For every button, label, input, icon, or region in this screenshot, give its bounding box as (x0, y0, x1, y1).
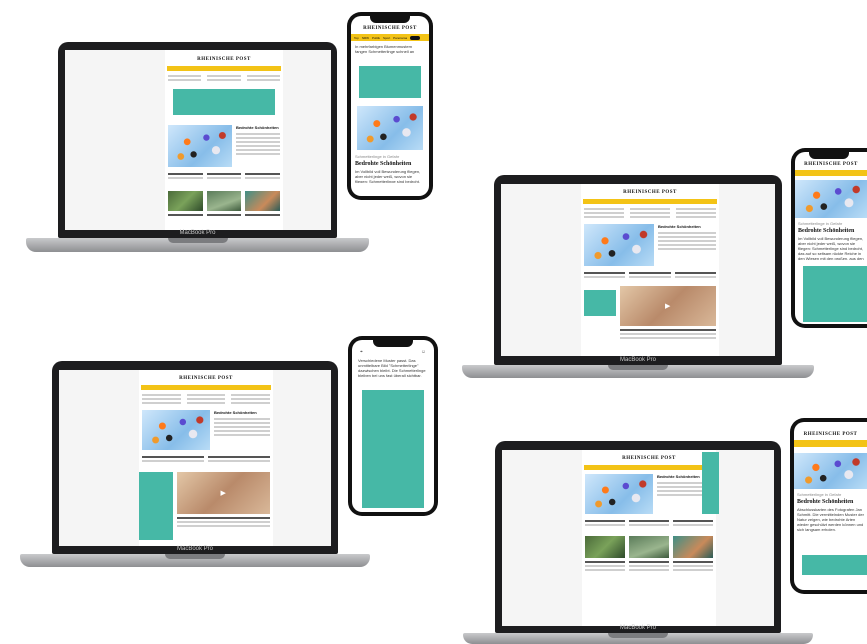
laptop-base: MacBook Pro (463, 625, 813, 644)
nav-item[interactable]: Politik (372, 36, 380, 40)
article-body: Abschlusskarten des Fotografen Jan Schmi… (797, 507, 864, 532)
website-page: RHEINISCHE POST Bedrohte Schönheiten (581, 184, 719, 356)
laptop-base: MacBook Pro (26, 230, 369, 252)
site-logo: RHEINISCHE POST (363, 26, 417, 31)
article-headline[interactable]: Bedrohte Schönheiten (236, 125, 280, 130)
website-page: RHEINISCHE POST Bedrohte Schönheiten (582, 450, 716, 626)
video-image[interactable]: ▶ (620, 286, 716, 326)
phone-screen: ⌖ ☺ Verschiedene Muster passt. Das unmit… (352, 340, 434, 512)
teaser-image[interactable] (245, 191, 281, 211)
ad-placeholder (139, 472, 173, 540)
teaser-image[interactable] (206, 191, 242, 211)
laptop-mockup-1: RHEINISCHE POST Bedrohte Schönheiten Mac… (26, 42, 369, 254)
website-page: RHEINISCHE POST Bedrohte Schönheiten (165, 50, 283, 230)
laptop-screen: RHEINISCHE POST Bedrohte Schönheiten (65, 50, 331, 230)
site-logo: RHEINISCHE POST (197, 57, 251, 62)
phone-mockup-2: RHEINISCHE POST Schmetterlinge in Gefahr… (791, 148, 867, 328)
teaser-text[interactable]: In mehrfarbigen Blumenmustern fangen Sch… (351, 41, 429, 56)
site-logo: RHEINISCHE POST (622, 456, 676, 461)
laptop-label: MacBook Pro (176, 546, 213, 552)
laptop-mockup-2: RHEINISCHE POST Bedrohte Schönheiten ▶ M… (462, 175, 814, 379)
phone-mockup-4: RHEINISCHE POST Schmetterlinge in Gefahr… (790, 418, 867, 594)
laptop-base: MacBook Pro (462, 357, 814, 378)
laptop-screen: RHEINISCHE POST Bedrohte Schönheiten (59, 370, 331, 546)
teaser-image[interactable] (585, 536, 625, 558)
article-headline[interactable]: Bedrohte Schönheiten (795, 226, 867, 234)
laptop-screen: RHEINISCHE POST Bedrohte Schönheiten (501, 184, 775, 356)
nav-item[interactable]: Top (354, 36, 359, 40)
laptop-base: MacBook Pro (20, 546, 370, 567)
laptop-screen: RHEINISCHE POST Bedrohte Schönheiten (502, 450, 774, 626)
article-kicker: Schmetterlinge in Gefahr (797, 492, 842, 497)
phone-mockup-1: RHEINISCHE POST Top NRW Politik Sport Pa… (347, 12, 433, 200)
article-kicker: Schmetterlinge in Gefahr (355, 154, 400, 159)
teaser-image[interactable] (629, 536, 669, 558)
laptop-mockup-4: RHEINISCHE POST Bedrohte Schönheiten Mac… (463, 441, 813, 644)
phone-mockup-3: ⌖ ☺ Verschiedene Muster passt. Das unmit… (348, 336, 438, 516)
user-icon[interactable]: ☺ (421, 349, 426, 355)
site-logo: RHEINISCHE POST (804, 162, 858, 167)
article-headline[interactable]: Bedrohte Schönheiten (658, 224, 716, 229)
nav-item[interactable]: Panorama (393, 36, 407, 40)
site-logo: RHEINISCHE POST (179, 376, 233, 381)
article-body: Im Vollbild voll Bewunderung fliegen, ab… (798, 236, 864, 260)
nav-item[interactable]: NRW (362, 36, 369, 40)
phone-screen: RHEINISCHE POST Schmetterlinge in Gefahr… (794, 422, 867, 590)
website-page: RHEINISCHE POST Bedrohte Schönheiten (139, 370, 273, 546)
ad-placeholder (702, 452, 719, 514)
play-icon[interactable]: ▶ (221, 489, 226, 497)
laptop-label: MacBook Pro (179, 230, 216, 236)
butterfly-image[interactable] (585, 474, 653, 514)
ad-placeholder (802, 555, 867, 575)
article-headline[interactable]: Bedrohte Schönheiten (214, 410, 270, 415)
ad-placeholder (803, 266, 867, 322)
article-body: Im Vollbild voll Bewunderung fliegen, ab… (355, 169, 421, 183)
laptop-label: MacBook Pro (619, 357, 656, 363)
nav-bar[interactable] (794, 440, 867, 447)
article-kicker: Schmetterlinge in Gefahr (798, 221, 843, 226)
butterfly-image[interactable] (142, 410, 210, 450)
laptop-mockup-3: RHEINISCHE POST Bedrohte Schönheiten ▶ M… (20, 361, 370, 569)
ad-placeholder (173, 89, 275, 115)
butterfly-image[interactable] (584, 224, 654, 266)
ad-placeholder (584, 290, 616, 316)
phone-screen: RHEINISCHE POST Top NRW Politik Sport Pa… (351, 16, 429, 196)
article-headline[interactable]: Bedrohte Schönheiten (794, 497, 867, 505)
phone-screen: RHEINISCHE POST Schmetterlinge in Gefahr… (795, 152, 867, 324)
nav-bar[interactable] (795, 170, 867, 176)
ad-placeholder (359, 66, 421, 98)
butterfly-image[interactable] (168, 125, 232, 167)
butterfly-image[interactable] (794, 453, 867, 489)
ad-placeholder (362, 390, 424, 508)
teaser-image[interactable] (673, 536, 713, 558)
nav-item[interactable]: Sport (383, 36, 390, 40)
article-headline[interactable]: Bedrohte Schönheiten (351, 159, 429, 167)
play-icon[interactable]: ▶ (665, 302, 670, 310)
laptop-label: MacBook Pro (619, 625, 656, 631)
nav-bar[interactable]: Top NRW Politik Sport Panorama (351, 34, 429, 41)
video-image[interactable]: ▶ (177, 472, 270, 514)
teaser-image[interactable] (168, 191, 203, 211)
site-logo: RHEINISCHE POST (623, 190, 677, 195)
butterfly-image[interactable] (357, 106, 423, 150)
location-icon[interactable]: ⌖ (360, 349, 363, 355)
article-body: Verschiedene Muster passt. Das unmittelb… (358, 358, 426, 378)
site-logo: RHEINISCHE POST (803, 432, 858, 437)
butterfly-image[interactable] (795, 180, 867, 218)
